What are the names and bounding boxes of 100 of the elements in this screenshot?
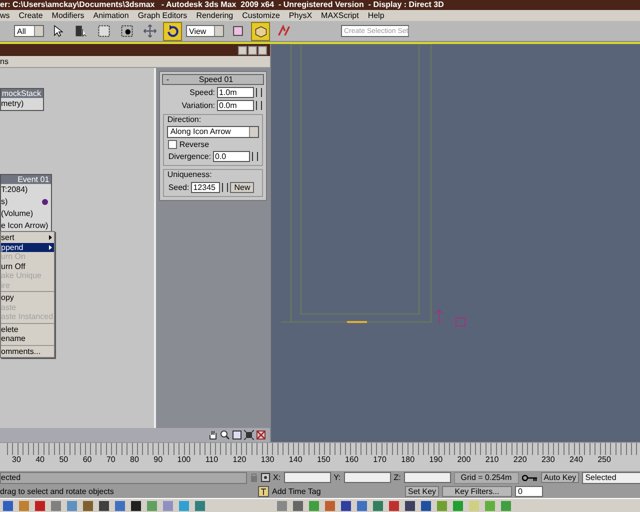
frame-number: 250 [598,455,611,464]
menu-item[interactable]: opy [1,293,54,302]
zoom-extents-icon[interactable] [244,430,254,440]
new-seed-button[interactable]: New [230,182,254,193]
maximize-button[interactable] [248,46,257,54]
menu-item[interactable]: Animation [93,11,129,20]
frame-number: 140 [288,455,302,464]
frame-number: 230 [541,455,555,464]
menu-item[interactable]: MAXScript [321,11,359,20]
key-filters-button[interactable]: Key Filters... [442,486,512,496]
frame-number: 210 [485,455,499,464]
particle-node[interactable]: mockStack metry) [0,88,44,111]
coordinate-label: X: [273,473,281,482]
frame-field[interactable]: 0 [515,486,544,496]
menu-item[interactable]: urn Off [1,262,54,271]
menu-item[interactable]: Help [368,11,384,20]
menu-item[interactable]: ws [0,11,10,20]
menu-item[interactable]: ename [1,334,54,344]
checkbox-label: Reverse [179,140,210,149]
select-region-icon [96,24,110,38]
zoom-region-icon[interactable] [232,430,242,440]
rollout-header[interactable]: - Speed 01 [162,74,264,85]
selection-filter-dropdown[interactable]: All [14,25,44,37]
time-tag-icon[interactable] [258,486,269,496]
transform-mode-icon[interactable] [261,473,270,482]
spinner-icon[interactable] [252,152,258,161]
selection-status: ected [0,472,247,484]
field-label: Seed: [168,183,190,192]
frame-number: 150 [316,455,330,464]
direction-dropdown[interactable]: Along Icon Arrow [167,126,259,138]
frame-number: 110 [205,455,218,464]
coordinate-label: Z: [394,473,401,482]
frame-number: 190 [429,455,443,464]
close-button[interactable] [258,46,267,54]
menu-item[interactable]: Create [18,11,43,20]
tool-button[interactable] [163,22,182,40]
menu-item[interactable]: Rendering [196,11,234,20]
frame-number: 90 [154,455,163,464]
node-header: mockStack [1,89,43,98]
frame-number: 160 [345,455,358,464]
group-label: Uniqueness: [166,170,213,180]
menu-item[interactable]: PhysX [288,11,312,20]
set-key-button[interactable]: Set Key [405,486,440,496]
menu-item[interactable]: sert [1,233,54,242]
frame-number: 40 [36,455,45,464]
frame-number: 170 [373,455,386,464]
rotate-icon [166,24,180,38]
node-operator: (Volume) [1,208,34,220]
group-label: Direction: [166,115,202,125]
divergence-field[interactable]: 0.0 [213,151,250,162]
node-header: Event 01 [1,175,52,184]
no-zoom-icon[interactable] [256,430,266,440]
hand-icon[interactable] [208,430,218,440]
frame-number: 100 [177,455,191,464]
variation-field[interactable]: 0.0m [217,100,254,111]
spinner-icon[interactable] [222,183,228,192]
y-field[interactable] [344,472,391,483]
frame-number: 30 [12,455,21,464]
menu-item[interactable]: elete [1,324,54,334]
minimize-button[interactable] [238,46,247,54]
node-operator: T:2084) [1,184,28,196]
frame-number: 60 [82,455,92,464]
field-label: Speed: [190,88,215,97]
frame-number: 220 [513,455,527,464]
frame-number: 130 [260,455,274,464]
x-field[interactable] [284,472,331,483]
reference-coordinate-dropdown[interactable]: View [186,25,224,37]
menu-item[interactable]: Customize [242,11,280,20]
frame-number: 50 [59,455,68,464]
prompt-text: drag to select and rotate objects [0,486,115,496]
tool-button[interactable] [251,22,270,40]
z-field[interactable] [404,472,451,483]
frame-number: 70 [106,455,116,464]
add-time-tag-button[interactable]: Add Time Tag [272,486,402,496]
menu-item[interactable]: ppend [1,242,54,252]
frame-number: 240 [570,455,583,464]
frame-number: 80 [130,455,139,464]
dot-icon [42,199,48,205]
field-label: Variation: [182,101,215,110]
node-operator: s) [1,196,8,208]
particle-node[interactable]: Event 01 T:2084) s) (Volume) e Icon Arrow) [0,174,52,233]
menu-item[interactable]: Graph Editors [138,11,188,20]
node-operator: metry) [1,98,24,110]
frame-number: 180 [401,455,415,464]
key-icon[interactable] [522,474,538,482]
auto-key-button[interactable]: Auto Key [540,472,580,483]
reverse-checkbox[interactable] [168,140,178,149]
seed-field[interactable]: 12345 [191,182,220,193]
key-mode-dropdown[interactable]: Selected [582,472,640,484]
menu-item[interactable]: omments... [1,346,54,356]
move-icon [142,24,156,38]
speed-field[interactable]: 1.0m [217,87,254,98]
node-operator: e Icon Arrow) [1,220,48,232]
window-title: er: C:\Users\amckay\Documents\3dsmax - Autodesk 3ds Max 2009 x64 - Unregistered Version - Display : Direct 3D [0,0,640,10]
menu-item[interactable]: Modifiers [52,11,84,20]
frame-number: 200 [457,455,471,464]
menu-item[interactable]: ns [0,57,8,66]
zoom-icon[interactable] [220,430,230,440]
frame-number: 120 [232,455,246,464]
field-label: Divergence: [168,152,211,161]
